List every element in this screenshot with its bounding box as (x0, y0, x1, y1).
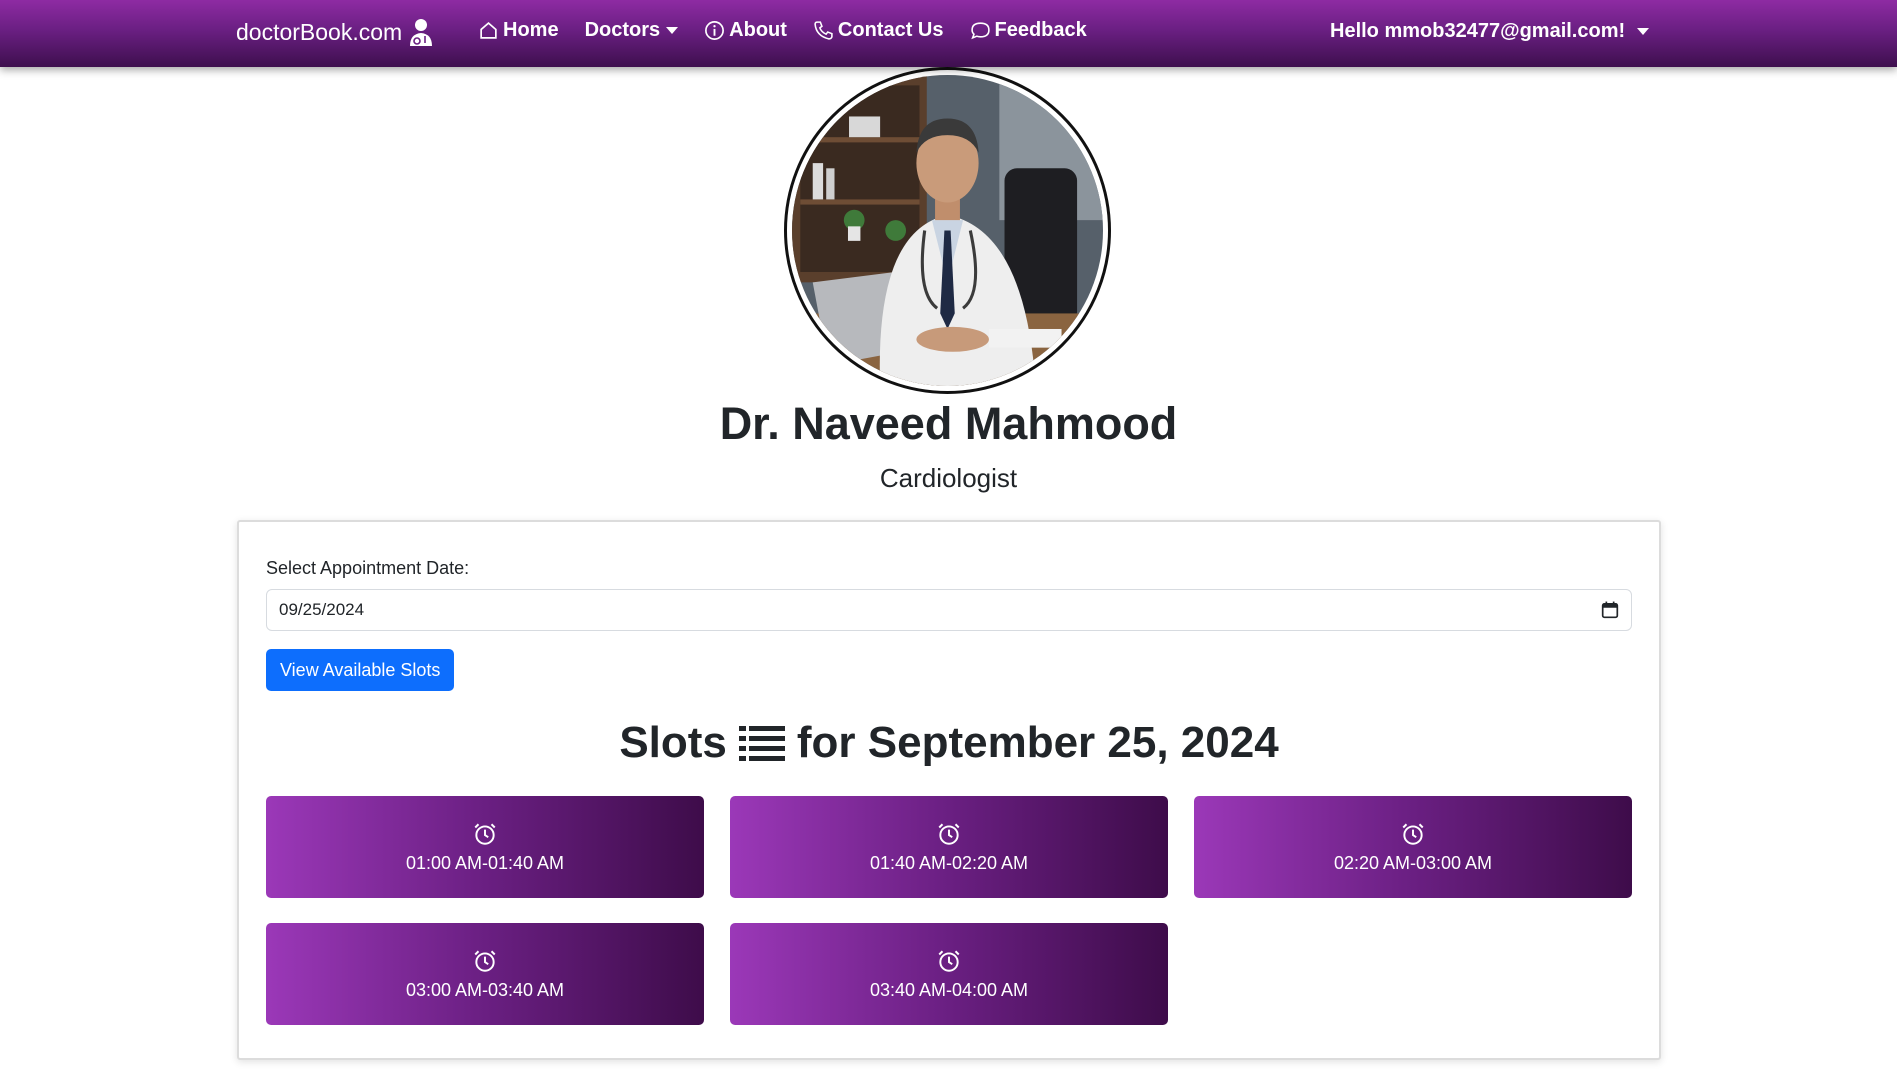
nav-contact-label: Contact Us (837, 19, 944, 41)
doctor-avatar (784, 67, 1111, 394)
slot-button[interactable]: 01:00 AM-01:40 AM (266, 796, 704, 898)
chevron-down-icon (1637, 28, 1650, 35)
doctor-photo (792, 75, 1103, 386)
brand-name: doctorBook.com (236, 18, 403, 45)
nav-home-label: Home (503, 19, 559, 41)
brand-link[interactable]: doctorBook.com (236, 17, 434, 47)
doctor-specialty: Cardiologist (879, 463, 1018, 493)
alarm-clock-icon (938, 823, 960, 845)
slots-heading-date: for September 25, 2024 (796, 718, 1279, 767)
slot-button[interactable]: 03:00 AM-03:40 AM (266, 923, 704, 1025)
nav-home[interactable]: Home (478, 19, 559, 42)
slot-time: 03:40 AM-04:00 AM (869, 979, 1029, 1000)
alarm-clock-icon (474, 823, 496, 845)
slot-button[interactable]: 02:20 AM-03:00 AM (1194, 796, 1632, 898)
doctor-name: Dr. Naveed Mahmood (719, 398, 1178, 449)
slot-time: 01:40 AM-02:20 AM (869, 852, 1029, 873)
slot-button[interactable]: 03:40 AM-04:00 AM (730, 923, 1168, 1025)
view-available-slots-button[interactable]: View Available Slots (266, 649, 455, 691)
slots-heading-prefix: Slots (619, 718, 727, 767)
house-icon (480, 22, 497, 39)
alarm-clock-icon (1402, 823, 1424, 845)
info-icon (705, 21, 725, 40)
phone-icon (814, 21, 833, 40)
nav-about[interactable]: About (704, 19, 787, 42)
chat-icon (970, 22, 990, 40)
user-greeting: Hello mmob32477@gmail.com! (1330, 20, 1626, 42)
appointment-date-input[interactable]: 09/25/2024 (266, 589, 1632, 631)
slot-time: 01:00 AM-01:40 AM (405, 852, 565, 873)
date-value: 09/25/2024 (279, 600, 365, 619)
nav-contact[interactable]: Contact Us (813, 19, 944, 42)
doctor-icon (410, 19, 433, 46)
nav-doctors-dropdown[interactable]: Doctors (585, 19, 679, 42)
slot-time: 03:00 AM-03:40 AM (405, 979, 565, 1000)
user-menu-dropdown[interactable]: Hello mmob32477@gmail.com! (1330, 20, 1650, 43)
alarm-clock-icon (474, 950, 496, 972)
nav-feedback[interactable]: Feedback (970, 19, 1087, 42)
top-navbar: doctorBook.com Home Doctors About Contac… (0, 0, 1897, 67)
nav-doctors-label: Doctors (584, 19, 661, 41)
slot-time: 02:20 AM-03:00 AM (1333, 852, 1493, 873)
nav-about-label: About (729, 19, 787, 41)
nav-links: Home Doctors About Contact Us Feedback (478, 19, 1113, 42)
calendar-icon[interactable] (1601, 601, 1619, 619)
date-label: Select Appointment Date: (266, 558, 470, 578)
slot-button[interactable]: 01:40 AM-02:20 AM (730, 796, 1168, 898)
list-icon (738, 726, 785, 761)
chevron-down-icon (666, 27, 679, 34)
booking-card: Select Appointment Date: 09/25/2024 View… (237, 520, 1661, 1060)
slots-heading: Slots for September 25, 2024 (239, 718, 1659, 768)
nav-feedback-label: Feedback (994, 19, 1087, 41)
alarm-clock-icon (938, 950, 960, 972)
